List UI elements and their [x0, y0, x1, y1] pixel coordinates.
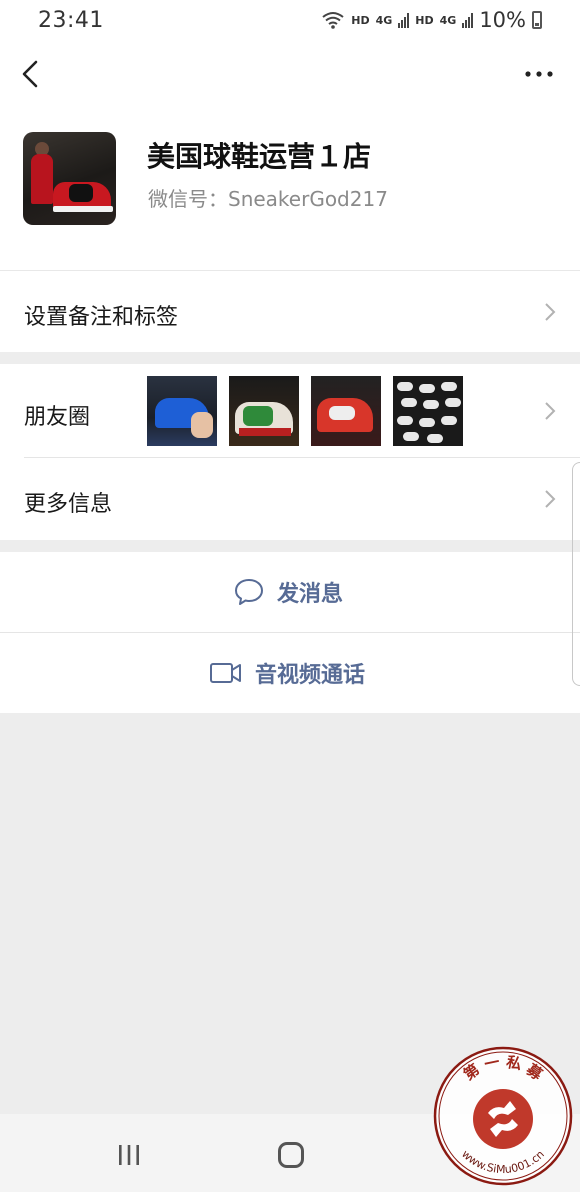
wechat-id: 微信号：SneakerGod217 [148, 187, 388, 211]
signal-icon-2 [462, 12, 474, 28]
chevron-right-icon [545, 490, 556, 508]
chevron-right-icon [545, 303, 556, 321]
remark-tags-label: 设置备注和标签 [24, 305, 179, 330]
back-arrow-icon[interactable] [16, 56, 46, 92]
wifi-icon [322, 12, 344, 29]
contact-name: 美国球鞋运营１店 [147, 140, 372, 173]
video-call-button[interactable]: 音视频通话 [0, 633, 580, 713]
send-message-button[interactable]: 发消息 [0, 552, 580, 632]
send-message-label: 发消息 [277, 582, 344, 607]
hd-label-1: HD [351, 13, 370, 27]
video-camera-icon [210, 663, 241, 683]
signal-icon [398, 12, 410, 28]
moments-thumbnail [147, 376, 217, 446]
moments-row[interactable]: 朋友圈 [0, 364, 580, 458]
chevron-right-icon [545, 402, 556, 420]
avatar[interactable] [23, 132, 116, 225]
profile-header: 美国球鞋运营１店 微信号：SneakerGod217 [0, 40, 580, 270]
moments-thumbnail [229, 376, 299, 446]
moments-thumbnail [393, 376, 463, 446]
moments-thumbnail [311, 376, 381, 446]
battery-percent: 10% [479, 8, 526, 32]
remark-tags-row[interactable]: 设置备注和标签 [0, 270, 580, 352]
status-time: 23:41 [38, 7, 104, 33]
more-info-row[interactable]: 更多信息 [0, 458, 580, 540]
watermark-seal: 第 一 私 募 www.SiMu001.cn [433, 1046, 573, 1186]
battery-icon [532, 11, 542, 29]
hd-label-2: HD [415, 13, 434, 27]
more-info-label: 更多信息 [24, 492, 113, 517]
network-label-2: 4G [439, 13, 457, 27]
chat-bubble-icon [235, 579, 263, 605]
moments-label: 朋友圈 [24, 405, 91, 430]
home-button[interactable] [278, 1142, 304, 1168]
video-call-label: 音视频通话 [255, 663, 366, 688]
more-dots-icon[interactable] [520, 60, 560, 88]
recent-apps-icon[interactable] [117, 1144, 141, 1166]
status-bar: 23:41 HD 4G HD 4G 10% [0, 0, 580, 40]
scroll-handle[interactable] [572, 462, 580, 686]
network-label-1: 4G [375, 13, 393, 27]
status-icons: HD 4G HD 4G 10% [321, 8, 542, 32]
